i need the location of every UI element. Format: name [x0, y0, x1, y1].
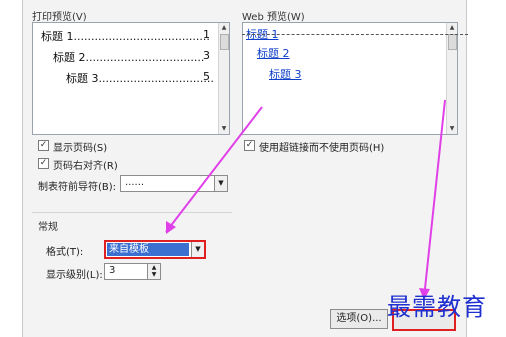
tab-leader-select[interactable]: ...... ▼ [120, 175, 228, 192]
format-label: 格式(T): [46, 247, 84, 258]
web-toc-link-2[interactable]: 标题 2 [257, 45, 290, 61]
format-select[interactable]: 来自模板 ▼ [104, 240, 206, 259]
print-toc-entry-3: 标题 3................................. [66, 72, 214, 85]
levels-label: 显示级别(L): [46, 270, 103, 281]
tab-leader-label: 制表符前导符(B): [38, 182, 117, 193]
print-toc-page-2: 3 [203, 49, 210, 62]
print-preview-label: 打印预览(V) [32, 12, 87, 23]
web-preview-pane[interactable]: 标题 1 标题 2 标题 3 ▲ ▼ [242, 22, 458, 135]
scroll-down-icon[interactable]: ▼ [447, 124, 457, 134]
options-button[interactable]: 选项(O)... [330, 309, 388, 329]
scroll-thumb[interactable] [220, 34, 229, 50]
use-hyperlinks-label: 使用超链接而不使用页码(H) [259, 143, 385, 154]
chevron-down-icon[interactable]: ▼ [191, 242, 204, 257]
print-toc-entry-1: 标题 1....................................… [41, 30, 210, 43]
web-toc-link-3[interactable]: 标题 3 [269, 66, 302, 82]
scroll-up-icon[interactable]: ▲ [219, 23, 229, 33]
dashed-guide-line [242, 34, 468, 35]
scroll-down-icon[interactable]: ▼ [219, 124, 229, 134]
levels-value: 3 [109, 265, 116, 276]
right-align-checkbox[interactable]: ✓ [38, 158, 49, 169]
use-hyperlinks-checkbox[interactable]: ✓ [244, 140, 255, 151]
show-page-numbers-label: 显示页码(S) [53, 143, 108, 154]
right-align-label: 页码右对齐(R) [53, 161, 118, 172]
show-page-numbers-checkbox[interactable]: ✓ [38, 140, 49, 151]
print-toc-page-1: 1 [203, 28, 210, 41]
print-toc-page-3: 5 [203, 70, 210, 83]
print-toc-entry-2: 标题 2.................................. [53, 51, 205, 64]
tab-leader-value: ...... [125, 177, 145, 188]
print-preview-scrollbar[interactable]: ▲ ▼ [218, 23, 229, 134]
general-section-label: 常规 [38, 222, 58, 233]
levels-stepper[interactable]: 3 ▲ ▼ [104, 263, 161, 280]
web-preview-scrollbar[interactable]: ▲ ▼ [446, 23, 457, 134]
format-value: 来自模板 [107, 243, 189, 256]
section-divider [32, 212, 232, 213]
web-preview-label: Web 预览(W) [242, 12, 305, 23]
print-preview-pane[interactable]: 标题 1....................................… [32, 22, 230, 135]
scroll-thumb[interactable] [448, 34, 457, 50]
scroll-up-icon[interactable]: ▲ [447, 23, 457, 33]
stepper-arrows-icon[interactable]: ▲ ▼ [147, 264, 160, 279]
watermark-text: 最需教育 [387, 293, 487, 321]
chevron-down-icon[interactable]: ▼ [214, 176, 227, 191]
